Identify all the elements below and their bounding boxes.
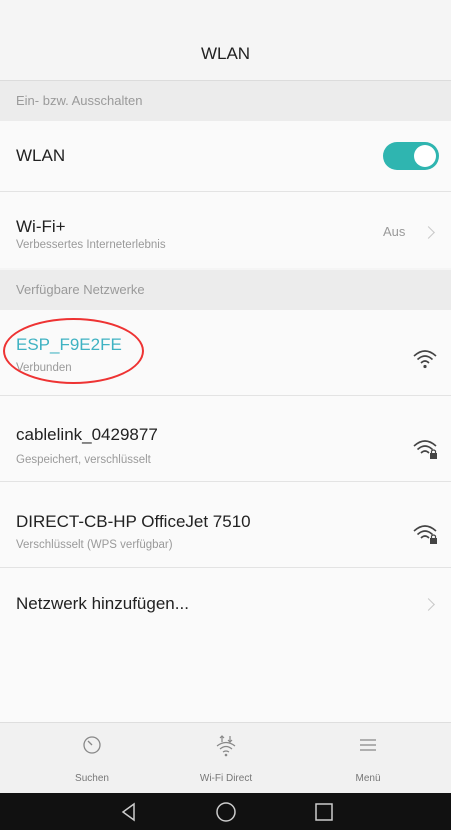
system-nav-bar <box>0 793 451 830</box>
wifiplus-subtitle: Verbessertes Interneterlebnis <box>16 239 166 251</box>
network-status: Verschlüsselt (WPS verfügbar) <box>16 539 173 551</box>
status-bar <box>0 0 451 22</box>
wlan-toggle-row[interactable]: WLAN <box>0 121 451 191</box>
back-icon[interactable] <box>118 801 140 823</box>
wifiplus-value: Aus <box>383 224 406 239</box>
search-label: Suchen <box>75 773 109 784</box>
wifi-locked-icon <box>413 440 437 459</box>
menu-icon <box>360 739 376 751</box>
wifi-locked-icon <box>413 525 437 544</box>
section-header-networks: Verfügbare Netzwerke <box>0 270 451 310</box>
bottom-navigation: Suchen Wi-Fi Direct Menü <box>0 722 451 794</box>
chevron-right-icon <box>422 598 435 611</box>
network-item[interactable]: cablelink_0429877 Gespeichert, verschlüs… <box>0 396 451 481</box>
page-title: WLAN <box>200 44 251 63</box>
network-name: ESP_F9E2FE <box>16 335 122 354</box>
network-item[interactable]: DIRECT-CB-HP OfficeJet 7510 Verschlüssel… <box>0 482 451 567</box>
wifi-direct-icon <box>216 735 236 757</box>
network-name: cablelink_0429877 <box>16 425 158 444</box>
wifi-signal-icon <box>413 350 437 369</box>
network-status: Gespeichert, verschlüsselt <box>16 454 151 466</box>
refresh-search-icon <box>83 736 101 754</box>
chevron-right-icon <box>422 226 435 239</box>
wifiplus-row[interactable]: Wi-Fi+ Verbessertes Interneterlebnis Aus <box>0 192 451 268</box>
network-item[interactable]: ESP_F9E2FE Verbunden <box>0 310 451 395</box>
network-status: Verbunden <box>16 362 72 374</box>
recents-icon[interactable] <box>313 801 335 823</box>
menu-label: Menü <box>355 773 381 784</box>
wifi-direct-button[interactable]: Wi-Fi Direct <box>166 723 286 794</box>
wlan-switch[interactable] <box>383 142 439 170</box>
wifiplus-label: Wi-Fi+ <box>16 217 66 236</box>
home-icon[interactable] <box>215 801 237 823</box>
section-header-toggle: Ein- bzw. Ausschalten <box>0 81 451 121</box>
menu-button[interactable]: Menü <box>308 723 428 794</box>
wlan-label: WLAN <box>16 146 66 165</box>
wifi-direct-label: Wi-Fi Direct <box>199 773 253 784</box>
search-button[interactable]: Suchen <box>32 723 152 794</box>
list-empty-area <box>0 638 451 722</box>
add-network-row[interactable]: Netzwerk hinzufügen... <box>0 568 451 638</box>
network-name: DIRECT-CB-HP OfficeJet 7510 <box>16 512 251 531</box>
add-network-label: Netzwerk hinzufügen... <box>16 594 189 613</box>
switch-knob <box>414 145 436 167</box>
